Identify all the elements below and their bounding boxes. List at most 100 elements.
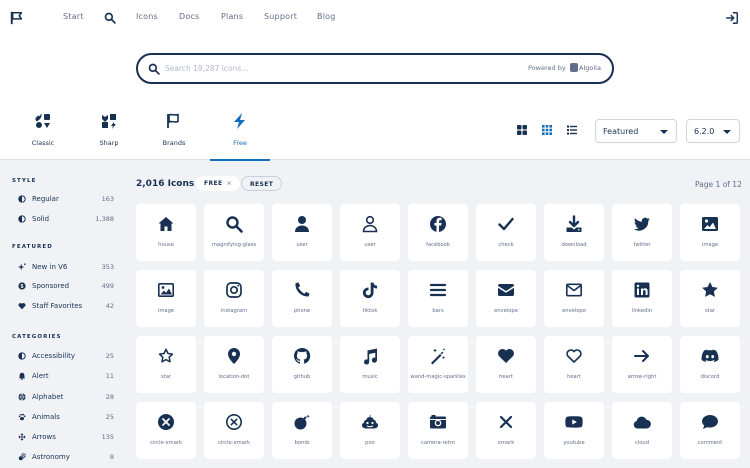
filter-regular[interactable]: Regular 163 xyxy=(12,193,116,207)
search-box[interactable]: Powered by Algolia xyxy=(136,53,614,84)
version-select[interactable]: 6.2.0 xyxy=(686,119,740,143)
filter-new-in-v6[interactable]: New in V6 353 xyxy=(12,261,116,275)
icon-card-label: location-dot xyxy=(218,374,250,380)
filter-solid-count: 1,388 xyxy=(95,215,114,223)
icon-card-user[interactable]: user xyxy=(340,204,400,261)
font-awesome-logo-icon[interactable] xyxy=(10,11,24,25)
sign-in-icon[interactable] xyxy=(725,11,739,25)
icon-card-location-dot[interactable]: location-dot xyxy=(204,336,264,393)
icon-card-linkedin[interactable]: linkedin xyxy=(612,270,672,327)
icon-card-github[interactable]: github xyxy=(272,336,332,393)
nav-start[interactable]: Start xyxy=(63,12,84,21)
category-accessibility-count: 25 xyxy=(105,352,114,360)
heart-solid-icon xyxy=(498,348,514,363)
list-view-icon[interactable] xyxy=(566,124,578,136)
icon-card-circle-xmark[interactable]: circle-xmark xyxy=(136,402,196,459)
icon-card-instagram[interactable]: instagram xyxy=(204,270,264,327)
icon-card-phone[interactable]: phone xyxy=(272,270,332,327)
icon-card-poo[interactable]: poo xyxy=(340,402,400,459)
icon-card-label: circle-xmark xyxy=(149,440,183,446)
icon-card-download[interactable]: download xyxy=(544,204,604,261)
icon-card-xmark[interactable]: xmark xyxy=(476,402,536,459)
icon-card-check[interactable]: check xyxy=(476,204,536,261)
tab-brands-label: Brands xyxy=(162,139,186,147)
filter-sponsored-label: Sponsored xyxy=(32,282,70,290)
heart-regular-icon xyxy=(566,349,582,363)
tab-classic[interactable]: Classic xyxy=(13,112,73,160)
categories-section-title: CATEGORIES xyxy=(12,334,62,340)
category-alphabet[interactable]: Alphabet 28 xyxy=(12,391,116,405)
category-alert-count: 11 xyxy=(105,372,114,380)
discord-icon xyxy=(701,349,719,362)
icon-card-bomb[interactable]: bomb xyxy=(272,402,332,459)
bell-icon xyxy=(18,372,26,380)
icon-card-envelope[interactable]: envelope xyxy=(544,270,604,327)
circle-half-icon xyxy=(18,195,26,203)
icon-card-wand-magic-sparkles[interactable]: wand-magic-sparkles xyxy=(408,336,468,393)
category-astronomy[interactable]: Astronomy 8 xyxy=(12,451,116,465)
filter-regular-count: 163 xyxy=(101,195,114,203)
icon-card-tiktok[interactable]: tiktok xyxy=(340,270,400,327)
tab-brands[interactable]: Brands xyxy=(144,112,204,160)
icon-card-house[interactable]: house xyxy=(136,204,196,261)
nav-search-icon[interactable] xyxy=(104,12,116,24)
icon-card-user[interactable]: user xyxy=(272,204,332,261)
category-animals[interactable]: Animals 25 xyxy=(12,411,116,425)
grid-small-view-icon[interactable] xyxy=(541,124,553,136)
sparkles-icon xyxy=(18,263,26,271)
icon-card-label: phone xyxy=(293,308,311,314)
bomb-icon xyxy=(294,414,310,430)
icon-card-music[interactable]: music xyxy=(340,336,400,393)
xmark-icon xyxy=(499,415,513,429)
icon-card-discord[interactable]: discord xyxy=(680,336,740,393)
category-astronomy-count: 8 xyxy=(109,453,114,461)
filter-staff-favorites-label: Staff Favorites xyxy=(32,302,83,310)
filter-new-in-v6-count: 353 xyxy=(101,263,114,271)
remove-filter-icon[interactable]: × xyxy=(227,180,232,187)
icon-card-heart[interactable]: heart xyxy=(476,336,536,393)
poo-icon xyxy=(361,414,379,429)
filter-pill-free[interactable]: FREE × xyxy=(196,176,240,191)
icon-card-comment[interactable]: comment xyxy=(680,402,740,459)
category-arrows[interactable]: Arrows 135 xyxy=(12,431,116,445)
nav-docs[interactable]: Docs xyxy=(179,12,199,21)
tab-sharp[interactable]: Sharp xyxy=(79,112,139,160)
reset-filters-button[interactable]: RESET xyxy=(241,176,283,191)
icon-card-image[interactable]: image xyxy=(680,204,740,261)
icon-card-bars[interactable]: bars xyxy=(408,270,468,327)
category-alert[interactable]: Alert 11 xyxy=(12,370,116,384)
icon-card-magnifying-glass[interactable]: magnifying-glass xyxy=(204,204,264,261)
grid-large-view-icon[interactable] xyxy=(516,124,528,136)
icon-card-image[interactable]: image xyxy=(136,270,196,327)
image-regular-icon xyxy=(157,282,174,297)
category-arrows-label: Arrows xyxy=(32,433,56,441)
icon-card-facebook[interactable]: facebook xyxy=(408,204,468,261)
nav-support[interactable]: Support xyxy=(264,12,297,21)
icon-card-cloud[interactable]: cloud xyxy=(612,402,672,459)
icon-card-heart[interactable]: heart xyxy=(544,336,604,393)
filter-staff-favorites[interactable]: Staff Favorites 42 xyxy=(12,300,116,314)
tab-free[interactable]: Free xyxy=(210,112,270,161)
icon-card-label: check xyxy=(498,242,514,248)
sort-select[interactable]: Featured xyxy=(595,119,677,143)
icon-card-label: user xyxy=(296,242,308,248)
classic-icons-icon xyxy=(35,113,50,128)
results-count: 2,016 Icons xyxy=(136,179,195,189)
check-icon xyxy=(498,217,514,231)
icon-card-circle-xmark[interactable]: circle-xmark xyxy=(204,402,264,459)
nav-blog[interactable]: Blog xyxy=(317,12,335,21)
nav-plans[interactable]: Plans xyxy=(221,12,243,21)
nav-icons[interactable]: Icons xyxy=(136,12,158,21)
icon-card-star[interactable]: star xyxy=(136,336,196,393)
icon-card-youtube[interactable]: youtube xyxy=(544,402,604,459)
filter-solid[interactable]: Solid 1,388 xyxy=(12,213,116,227)
icon-card-camera-retro[interactable]: camera-retro xyxy=(408,402,468,459)
filter-sponsored[interactable]: Sponsored 499 xyxy=(12,280,116,294)
icon-card-twitter[interactable]: twitter xyxy=(612,204,672,261)
icon-card-envelope[interactable]: envelope xyxy=(476,270,536,327)
phone-icon xyxy=(295,282,310,297)
icon-card-arrow-right[interactable]: arrow-right xyxy=(612,336,672,393)
category-accessibility[interactable]: Accessibility 25 xyxy=(12,350,116,364)
icon-card-star[interactable]: star xyxy=(680,270,740,327)
search-input[interactable] xyxy=(165,61,465,76)
